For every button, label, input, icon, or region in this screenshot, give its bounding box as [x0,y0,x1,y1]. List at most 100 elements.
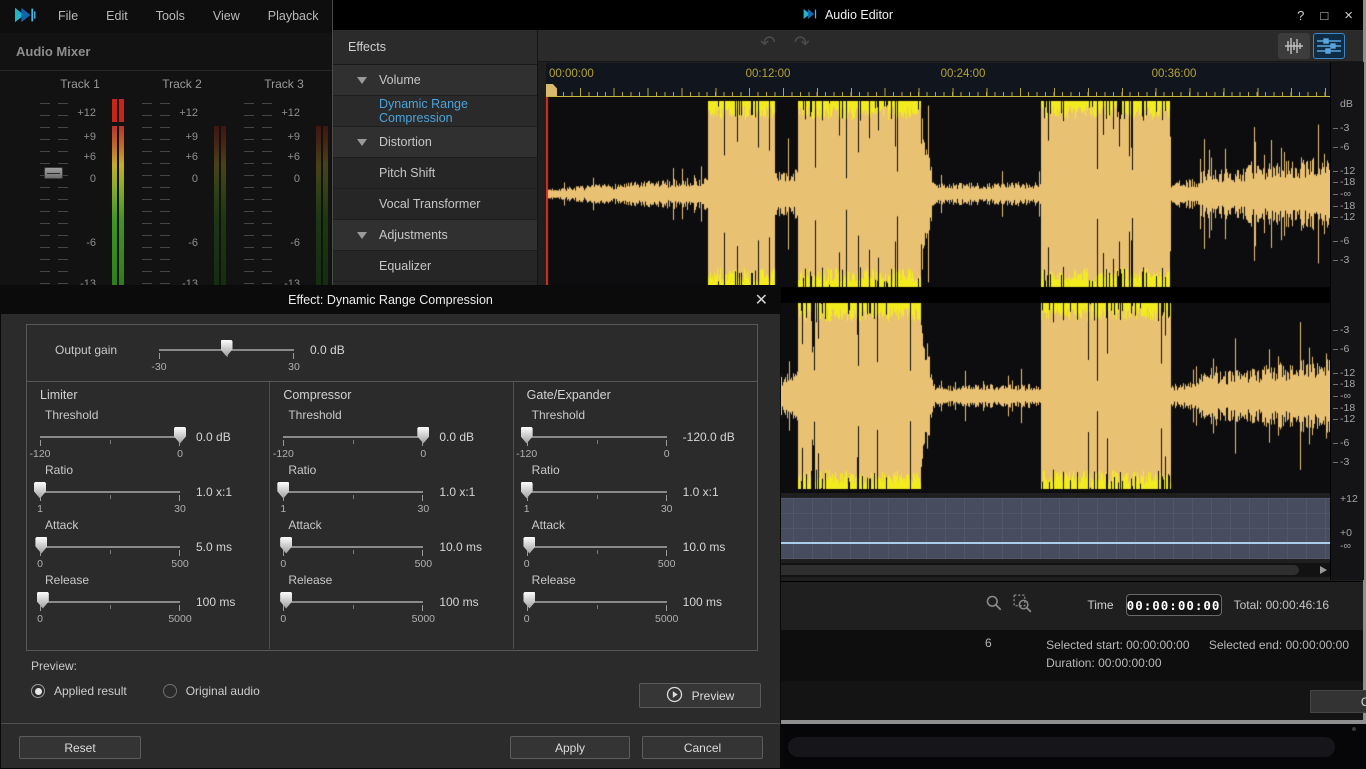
radio-selected-icon[interactable] [31,684,45,698]
slider-handle[interactable] [34,482,46,499]
radio-option-applied-result[interactable]: Applied result [31,684,127,698]
mixer-track-3: Track 3+12+9+60-6-13 [232,77,336,289]
slider-handle[interactable] [280,537,292,554]
preview-section: Preview: Applied resultOriginal audio Pr… [31,659,761,698]
slider-track[interactable] [283,481,423,503]
slider-handle[interactable] [221,340,233,357]
chevron-down-icon [357,232,367,239]
effects-category-distortion[interactable]: Distortion [333,127,537,158]
maximize-button[interactable]: □ [1320,8,1328,23]
zoom-icon[interactable] [985,594,1003,616]
effect-label: Equalizer [379,259,431,273]
slider-tick-max [422,495,423,501]
effects-category-volume[interactable]: Volume [333,65,537,96]
slider-tick-max [293,353,294,359]
slider-track[interactable] [159,339,294,361]
redo-icon[interactable]: ↷ [794,32,810,55]
slider-handle[interactable] [417,427,429,444]
slider-track[interactable] [40,481,180,503]
slider-handle[interactable] [523,592,535,609]
slider-label: Attack [527,518,739,535]
close-button[interactable]: × [1344,7,1353,24]
slider-track[interactable] [283,536,423,558]
waveform-view-button[interactable] [1278,33,1310,59]
slider-track[interactable] [283,591,423,613]
time-field[interactable]: 00:00:00:00 [1126,594,1222,616]
fader-scale-label: +9 [270,131,300,143]
menu-item-tools[interactable]: Tools [142,0,199,33]
db-scale-label: -18 [1340,378,1355,390]
slider-track[interactable] [283,426,423,448]
help-button[interactable]: ? [1297,8,1304,23]
slider-group-attack: Attack10.0 ms0500 [527,518,739,573]
apply-button[interactable]: Apply [510,736,630,759]
effect-item-dynamic-range-compression[interactable]: Dynamic Range Compression [333,96,537,127]
menu-item-edit[interactable]: Edit [92,0,142,33]
scrollbar-right-arrow[interactable] [1320,566,1327,574]
radio-unselected-icon[interactable] [163,684,177,698]
slider-group-threshold: Threshold0.0 dB-1200 [283,408,495,463]
vu-meter [214,126,226,289]
fader-scale-label: +9 [168,131,198,143]
slider-tick-mid [353,550,354,554]
dialog-close-icon[interactable]: ✕ [755,286,768,314]
slider-handle[interactable] [521,482,533,499]
effect-item-vocal-transformer[interactable]: Vocal Transformer [333,189,537,220]
effects-list: VolumeDynamic Range CompressionDistortio… [333,65,537,282]
slider-track[interactable] [527,591,667,613]
slider-handle[interactable] [174,427,186,444]
slider-max-label: 500 [171,558,189,570]
mixer-view-button[interactable] [1313,33,1345,59]
db-scale-label: -3 [1340,456,1349,468]
effect-item-equalizer[interactable]: Equalizer [333,251,537,282]
undo-icon[interactable]: ↶ [760,32,776,55]
slider-handle[interactable] [521,427,533,444]
slider-track[interactable] [527,426,667,448]
radio-option-original-audio[interactable]: Original audio [163,684,260,698]
effect-item-pitch-shift[interactable]: Pitch Shift [333,158,537,189]
section-name: Limiter [40,388,269,408]
db-tick [1333,194,1338,195]
zoom-selection-icon[interactable] [1013,594,1032,616]
background-timeline-bar [788,737,1335,757]
menu-item-playback[interactable]: Playback [254,0,333,33]
dialog-cancel-button[interactable]: Cancel [642,736,763,759]
slider-handle[interactable] [277,482,289,499]
timeline-ruler[interactable]: 00:00:0000:12:0000:24:0000:36:00 [546,63,1330,97]
editor-toolbar: ↶ ↷ [538,30,1363,62]
slider-tick-max [666,440,667,446]
slider-handle[interactable] [523,537,535,554]
db-tick [1333,330,1338,331]
audio-mixer-title: Audio Mixer [0,33,332,71]
effects-category-adjustments[interactable]: Adjustments [333,220,537,251]
menu-item-file[interactable]: File [44,0,92,33]
fader-handle[interactable] [44,167,63,179]
reset-button[interactable]: Reset [19,736,141,759]
db-scale-label: -3 [1340,122,1349,134]
slider-value: 0.0 dB [310,343,345,357]
dialog-title: Effect: Dynamic Range Compression [288,293,493,307]
slider-tick-mid [110,440,111,444]
slider-handle[interactable] [35,537,47,554]
slider-handle[interactable] [37,592,49,609]
preview-button[interactable]: Preview [639,683,761,708]
db-tick [1333,260,1338,261]
slider-track[interactable] [40,536,180,558]
slider-label: Attack [40,518,252,535]
slider-tick-max [666,550,667,556]
ok-button[interactable]: OK [1310,690,1366,713]
slider-min-label: -30 [151,361,166,373]
slider-track[interactable] [527,536,667,558]
envelope-scale-label: +0 [1340,527,1352,539]
menu-items: FileEditToolsViewPlayback [44,0,333,33]
timeline-label: 00:12:00 [746,68,791,80]
slider-track[interactable] [40,591,180,613]
playhead-flag-marker[interactable] [546,84,557,96]
slider-max-label: 0 [420,448,426,460]
slider-track[interactable] [40,426,180,448]
preview-label: Preview: [31,659,761,673]
slider-track[interactable] [527,481,667,503]
section-gate-expander: Gate/ExpanderThreshold-120.0 dB-1200Rati… [514,382,757,649]
slider-handle[interactable] [280,592,292,609]
menu-item-view[interactable]: View [199,0,254,33]
